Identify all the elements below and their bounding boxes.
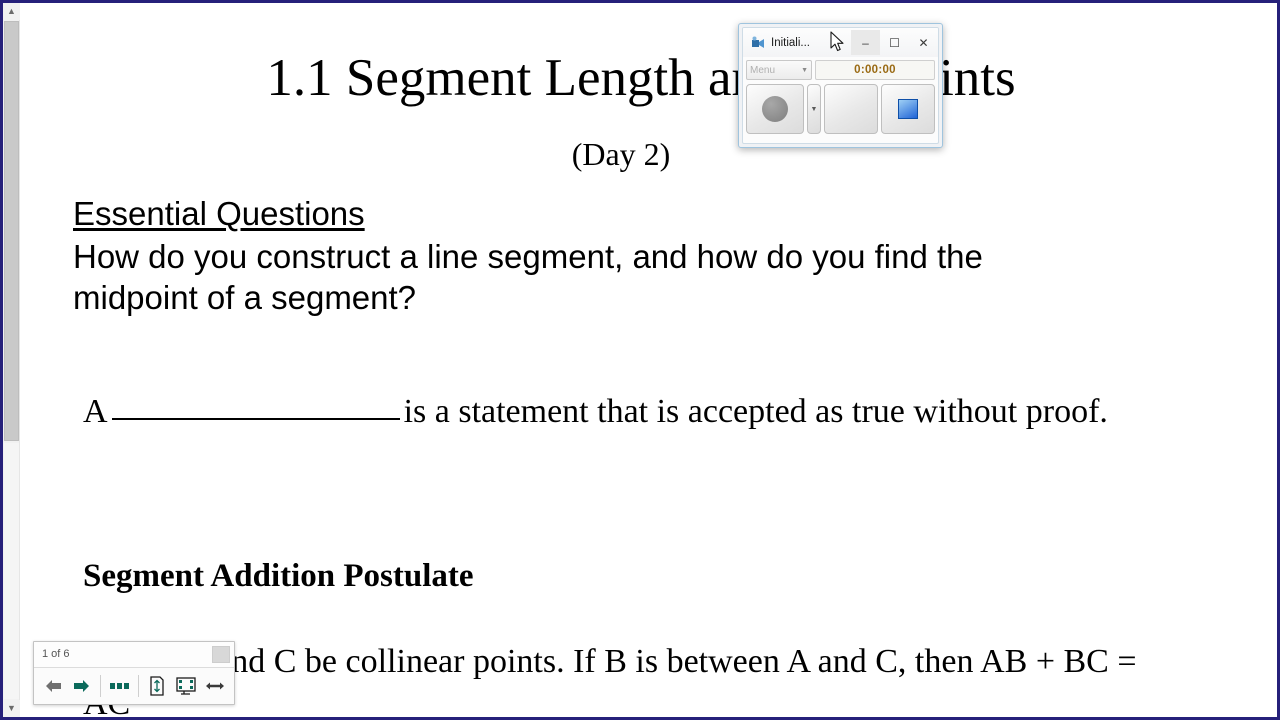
- arrow-left-right-icon: [205, 682, 224, 690]
- postulate-heading: Segment Addition Postulate: [83, 558, 474, 594]
- stop-square-icon: [898, 99, 918, 119]
- thumbnails-button[interactable]: [106, 672, 133, 700]
- recording-timer: 0:00:00: [815, 60, 935, 80]
- fit-screen-icon: [176, 677, 196, 695]
- vertical-scrollbar[interactable]: ▲ ▼: [3, 3, 20, 717]
- scroll-up-arrow-icon[interactable]: ▲: [3, 3, 20, 20]
- scroll-down-arrow-icon[interactable]: ▼: [3, 700, 20, 717]
- essential-questions-body: How do you construct a line segment, and…: [73, 238, 983, 316]
- slide-content-area: 1.1 Segment Length and Midpoints (Day 2)…: [21, 3, 1277, 717]
- page-indicator-label: 1 of 6: [42, 648, 70, 660]
- postulate-body: Let A, B, and C be collinear points. If …: [83, 643, 1137, 717]
- toolbar-separator: [138, 675, 139, 697]
- recorder-window-title: Initiali...: [771, 36, 810, 49]
- axiom-blank-line: [111, 394, 400, 420]
- slide-subtitle: (Day 2): [571, 136, 671, 172]
- axiom-prefix: A: [83, 393, 108, 430]
- previous-page-button[interactable]: [40, 672, 67, 700]
- menu-dropdown-label: Menu: [750, 64, 776, 76]
- pause-button[interactable]: [824, 84, 878, 134]
- close-button[interactable]: ✕: [909, 30, 938, 55]
- slide-title: 1.1 Segment Length and Midpoints: [266, 49, 1016, 107]
- page-progress-box[interactable]: [212, 646, 230, 663]
- thumbnails-icon: [109, 683, 129, 689]
- page-navigation-toolbar: 1 of 6: [33, 641, 235, 705]
- recorder-window-inner: Initiali... – ☐ ✕ Menu ▼ 0:00:00 ▼: [742, 27, 939, 144]
- menu-dropdown[interactable]: Menu ▼: [746, 60, 812, 80]
- recorder-app-icon: [752, 36, 764, 48]
- fit-screen-button[interactable]: [173, 672, 200, 700]
- screen-recorder-window[interactable]: Initiali... – ☐ ✕ Menu ▼ 0:00:00 ▼: [738, 23, 943, 148]
- chevron-down-icon: ▼: [801, 66, 808, 74]
- record-options-dropdown[interactable]: ▼: [807, 84, 821, 134]
- essential-questions-heading: Essential Questions: [73, 195, 365, 232]
- axiom-statement: Ais a statement that is accepted as true…: [83, 391, 1123, 433]
- recorder-toolbar: Menu ▼ 0:00:00: [746, 58, 935, 82]
- page-navigation-buttons: [34, 668, 234, 704]
- arrow-right-icon: [74, 680, 90, 692]
- page-indicator-row: 1 of 6: [34, 642, 234, 668]
- minimize-button[interactable]: –: [851, 30, 880, 55]
- fit-page-button[interactable]: [144, 672, 171, 700]
- recorder-titlebar[interactable]: Initiali... – ☐ ✕: [743, 28, 938, 57]
- maximize-button[interactable]: ☐: [880, 30, 909, 55]
- fit-page-icon: [150, 676, 164, 696]
- application-window: ▲ ▼ 1.1 Segment Length and Midpoints (Da…: [0, 0, 1280, 720]
- arrow-left-icon: [46, 680, 62, 692]
- record-button[interactable]: [746, 84, 804, 134]
- record-circle-icon: [762, 96, 788, 122]
- stop-button[interactable]: [881, 84, 935, 134]
- next-page-button[interactable]: [69, 672, 96, 700]
- scrollbar-track[interactable]: [4, 443, 19, 699]
- fit-width-button[interactable]: [201, 672, 228, 700]
- toolbar-separator: [100, 675, 102, 697]
- scrollbar-thumb[interactable]: [4, 21, 19, 441]
- recorder-control-buttons: ▼: [746, 84, 935, 134]
- axiom-suffix: is a statement that is accepted as true …: [403, 393, 1108, 430]
